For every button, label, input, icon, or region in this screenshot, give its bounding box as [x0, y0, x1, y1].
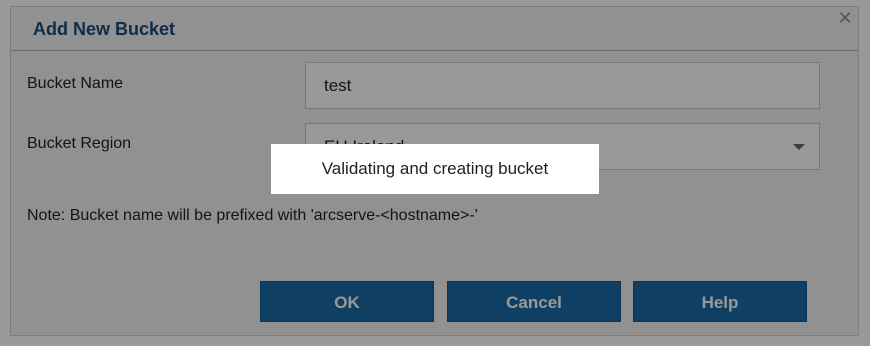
- progress-toast: Validating and creating bucket: [271, 144, 599, 194]
- page: Add New Bucket ✕ Bucket Name test Bucket…: [0, 0, 870, 346]
